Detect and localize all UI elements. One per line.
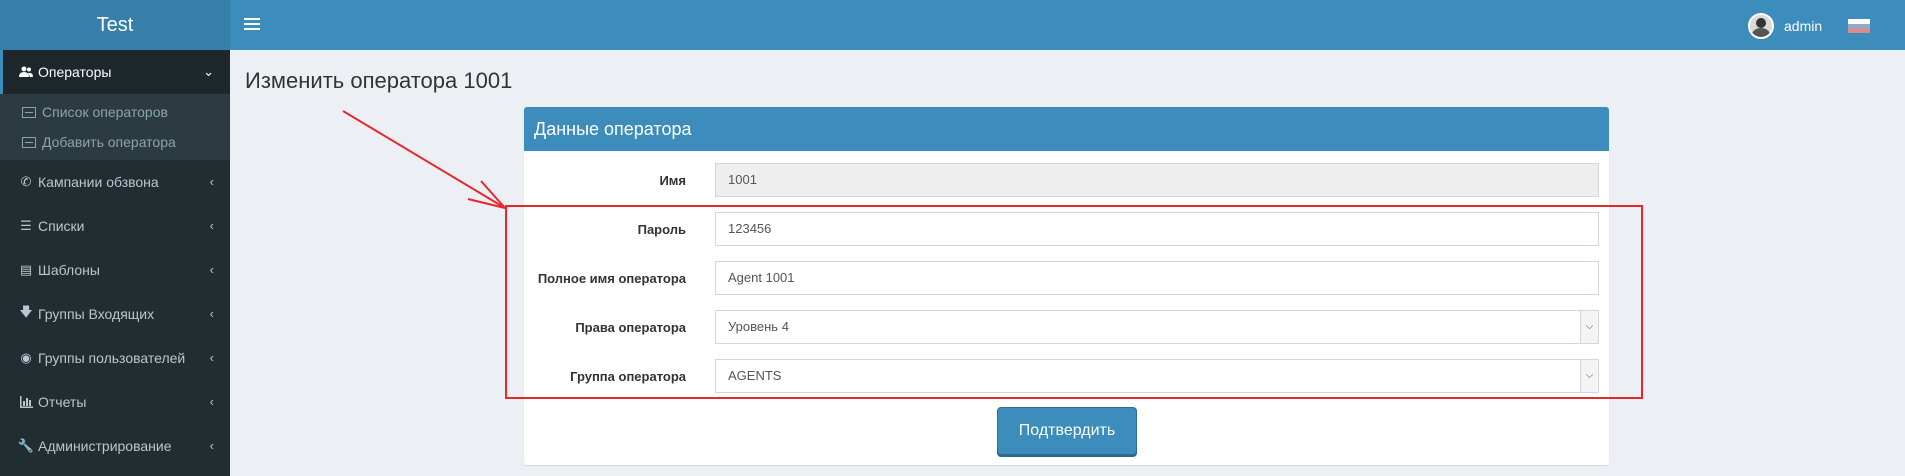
page-title: Изменить оператора 1001 — [245, 68, 513, 93]
chevron-left-icon: ‹ — [209, 262, 214, 277]
sidebar-item-label: Группы пользователей — [38, 350, 186, 366]
full-name-field[interactable]: Agent 1001 — [715, 261, 1599, 295]
sidebar-item-campaigns[interactable]: ✆ Кампании обзвона ‹ — [0, 160, 230, 204]
field-label: Имя — [659, 172, 686, 188]
sidebar-item-user-groups[interactable]: ◉ Группы пользователей ‹ — [0, 336, 230, 380]
chevron-left-icon: ‹ — [209, 306, 214, 321]
language-flag-icon[interactable] — [1848, 19, 1870, 33]
sidebar-item-lists[interactable]: ☰ Списки ‹ — [0, 204, 230, 248]
select-value: AGENTS — [728, 368, 782, 383]
user-circle-icon: ◉ — [20, 350, 32, 365]
sidebar-toggle-icon[interactable] — [244, 15, 260, 35]
sidebar-item-administration[interactable]: 🔧 Администрирование ‹ — [0, 424, 230, 468]
sidebar-item-label: Отчеты — [38, 394, 87, 410]
id-card-icon — [22, 136, 36, 148]
name-field: 1001 — [715, 163, 1599, 197]
chevron-left-icon: ‹ — [209, 394, 214, 409]
app-logo[interactable]: Test — [0, 0, 230, 50]
avatar — [1748, 13, 1774, 39]
chevron-left-icon: ‹ — [209, 350, 214, 365]
top-navbar: Test admin — [0, 0, 1905, 50]
list-icon: ☰ — [20, 218, 32, 233]
bar-chart-icon — [18, 395, 34, 409]
form-title: Данные оператора — [524, 107, 1609, 151]
sidebar-item-label: Группы Входящих — [38, 306, 155, 322]
chevron-down-icon: ⌵ — [1580, 311, 1598, 343]
chevron-left-icon: ‹ — [209, 218, 214, 233]
chevron-left-icon: ‹ — [209, 438, 214, 453]
field-row-rights: Права оператора Уровень 4 ⌵ — [524, 309, 1609, 345]
select-value: Уровень 4 — [728, 319, 789, 334]
password-field[interactable]: 123456 — [715, 212, 1599, 246]
submenu-item-label: Добавить оператора — [42, 134, 176, 150]
phone-icon: ✆ — [20, 174, 32, 189]
sidebar-item-label: Списки — [38, 218, 85, 234]
submenu-item-operator-list[interactable]: Список операторов — [0, 97, 230, 127]
wrench-icon: 🔧 — [17, 438, 35, 453]
field-row-name: Имя 1001 — [524, 162, 1609, 198]
user-name: admin — [1784, 18, 1823, 34]
operators-submenu: Список операторов Добавить оператора — [0, 94, 230, 160]
field-label: Пароль — [637, 221, 686, 237]
sidebar-item-reports[interactable]: Отчеты ‹ — [0, 380, 230, 424]
arrow-down-icon: 🡇 — [19, 304, 33, 319]
field-label: Права оператора — [575, 319, 686, 335]
sidebar-item-label: Операторы — [38, 64, 112, 80]
sidebar: Операторы ⌄ Список операторов Добавить о… — [0, 50, 230, 476]
operator-form-box: Данные оператора Имя 1001 Пароль 123456 … — [524, 107, 1609, 465]
field-label: Полное имя оператора — [537, 270, 686, 286]
sidebar-item-label: Шаблоны — [38, 262, 100, 278]
sidebar-item-operators[interactable]: Операторы ⌄ — [0, 50, 230, 94]
submit-button[interactable]: Подтвердить — [997, 407, 1137, 455]
sidebar-item-templates[interactable]: ▤ Шаблоны ‹ — [0, 248, 230, 292]
sidebar-item-label: Кампании обзвона — [38, 174, 159, 190]
group-select[interactable]: AGENTS ⌵ — [715, 359, 1599, 393]
chevron-down-icon: ⌄ — [203, 64, 214, 79]
file-icon: ▤ — [19, 262, 33, 277]
sidebar-item-inbound-groups[interactable]: 🡇 Группы Входящих ‹ — [0, 292, 230, 336]
users-icon — [18, 65, 34, 79]
field-row-password: Пароль 123456 — [524, 211, 1609, 247]
submenu-item-label: Список операторов — [42, 104, 168, 120]
chevron-down-icon: ⌵ — [1580, 360, 1598, 392]
field-row-full-name: Полное имя оператора Agent 1001 — [524, 260, 1609, 296]
chevron-left-icon: ‹ — [209, 174, 214, 189]
submenu-item-add-operator[interactable]: Добавить оператора — [0, 127, 230, 157]
field-label: Группа оператора — [570, 368, 686, 384]
user-menu[interactable]: admin — [1748, 13, 1822, 39]
field-row-group: Группа оператора AGENTS ⌵ — [524, 358, 1609, 394]
sidebar-item-label: Администрирование — [38, 438, 172, 454]
rights-select[interactable]: Уровень 4 ⌵ — [715, 310, 1599, 344]
list-alt-icon — [22, 106, 36, 118]
